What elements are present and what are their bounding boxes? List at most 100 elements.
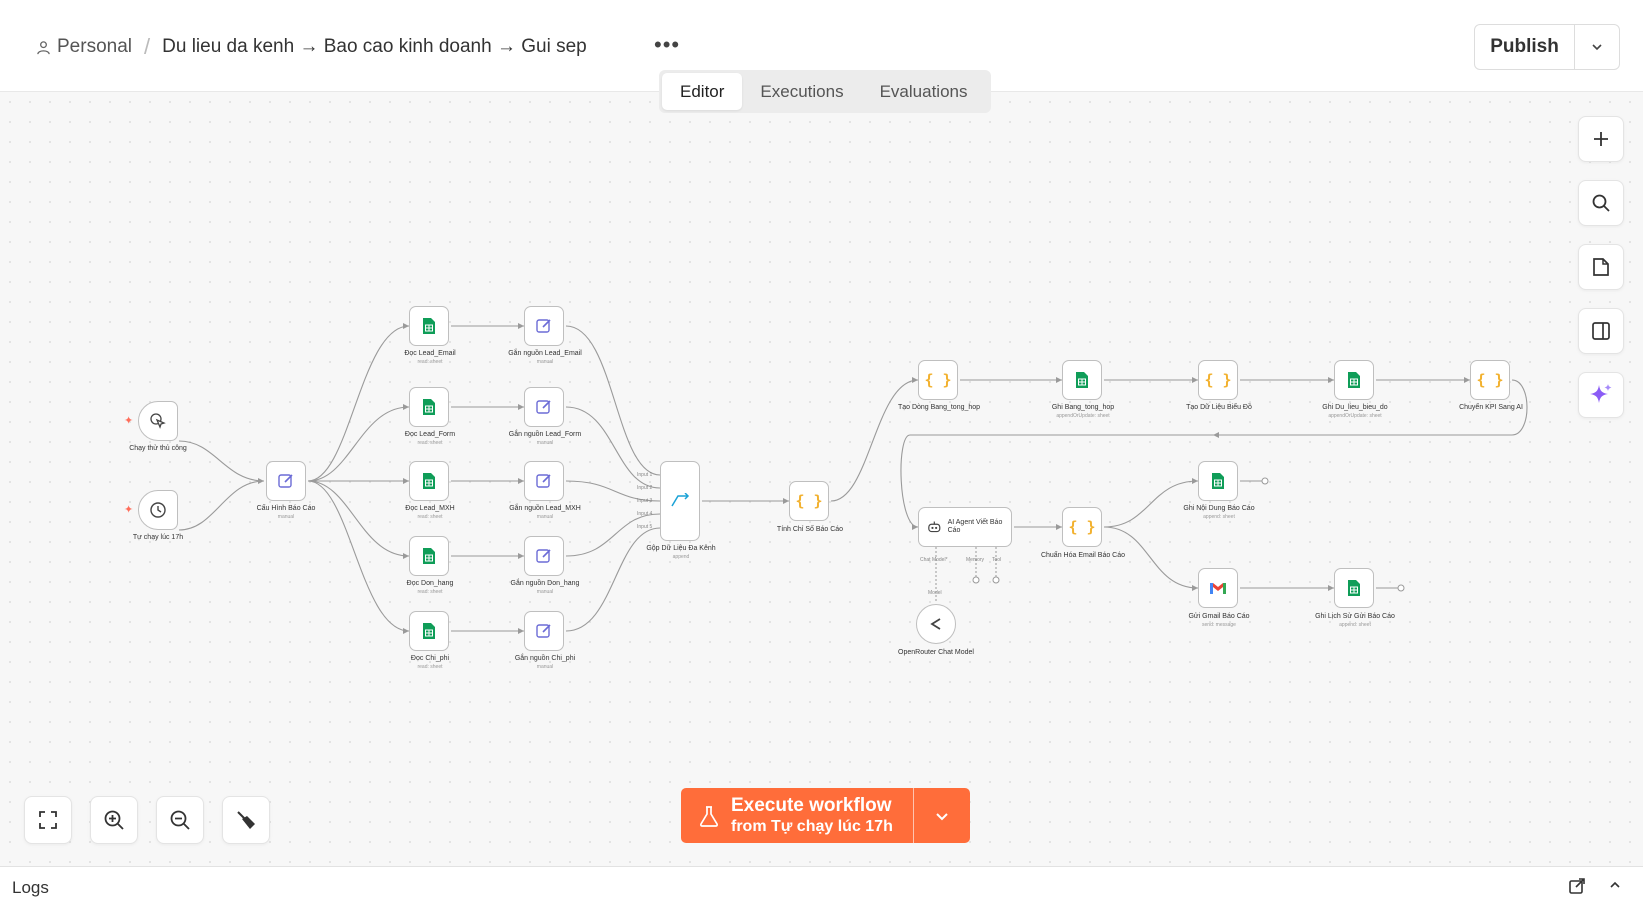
node-tag-chiphi[interactable] bbox=[524, 611, 564, 651]
node-write-summary[interactable] bbox=[1062, 360, 1102, 400]
publish-button[interactable]: Publish bbox=[1475, 25, 1575, 69]
search-icon bbox=[1592, 194, 1610, 212]
node-subtitle: appendOrUpdate: sheet bbox=[1056, 413, 1110, 419]
zoom-in-button[interactable] bbox=[90, 796, 138, 844]
node-label: Chạy thử thủ công bbox=[129, 445, 187, 452]
breadcrumb-separator: / bbox=[144, 34, 151, 59]
node-openrouter[interactable] bbox=[916, 604, 956, 644]
node-label: AI Agent Viết Báo Cáo bbox=[947, 519, 1003, 534]
ai-port-label: Memory bbox=[966, 557, 985, 563]
workflow-canvas[interactable]: ✦ Chạy thử thủ công ✦ Tự chạy lúc 17h Cấ… bbox=[0, 92, 1643, 866]
execute-dropdown-button[interactable] bbox=[914, 788, 970, 843]
publish-dropdown-button[interactable] bbox=[1575, 40, 1619, 54]
node-label: OpenRouter Chat Model bbox=[898, 649, 974, 656]
tab-executions[interactable]: Executions bbox=[742, 73, 861, 110]
pen-icon bbox=[278, 474, 293, 488]
pen-icon bbox=[536, 624, 551, 638]
model-port-label: Model bbox=[928, 590, 942, 596]
connection-lines bbox=[178, 323, 1528, 634]
workflow-name[interactable]: Du lieu da kenh → Bao cao kinh doanh → G… bbox=[162, 36, 587, 58]
search-nodes-button[interactable] bbox=[1578, 180, 1624, 226]
node-subtitle: read: sheet bbox=[417, 514, 443, 520]
toggle-panel-button[interactable] bbox=[1578, 308, 1624, 354]
gmail-icon bbox=[1210, 583, 1226, 594]
node-tag-mxh[interactable] bbox=[524, 461, 564, 501]
node-tag-email[interactable] bbox=[524, 306, 564, 346]
node-label: Đọc Lead_MXH bbox=[405, 505, 455, 512]
code-icon: { } bbox=[1068, 518, 1096, 536]
node-subtitle: manual bbox=[536, 440, 554, 446]
sticky-note-button[interactable] bbox=[1578, 244, 1624, 290]
merge-input-label: Input 1 bbox=[637, 472, 653, 478]
app-window: Personal / Du lieu da kenh → Bao cao kin… bbox=[0, 0, 1643, 906]
node-ai-agent[interactable]: AI Agent Viết Báo Cáo bbox=[918, 507, 1012, 547]
node-label: Đọc Chi_phi bbox=[410, 655, 450, 662]
add-node-button[interactable] bbox=[1578, 116, 1624, 162]
project-link[interactable]: Personal bbox=[36, 36, 132, 58]
node-merge[interactable] bbox=[660, 461, 700, 541]
node-chart-data[interactable]: { } bbox=[1198, 360, 1238, 400]
node-label: Gắn nguồn Lead_MXH bbox=[509, 505, 581, 512]
execute-main-button[interactable]: Execute workflow from Tự chạy lúc 17h bbox=[681, 788, 914, 843]
trigger-bolt-icon: ✦ bbox=[124, 504, 134, 516]
node-label: Tạo Dòng Bang_tong_hop bbox=[897, 404, 981, 411]
merge-input-label: Input 5 bbox=[637, 524, 653, 530]
node-label: Gắn nguồn Lead_Form bbox=[508, 431, 582, 438]
node-subtitle: manual bbox=[536, 664, 554, 670]
node-read-donhang[interactable] bbox=[409, 536, 449, 576]
node-label: Tính Chỉ Số Báo Cáo bbox=[776, 526, 844, 533]
node-label: Tạo Dữ Liệu Biểu Đồ bbox=[1186, 404, 1252, 411]
fit-view-button[interactable] bbox=[24, 796, 72, 844]
tab-evaluations[interactable]: Evaluations bbox=[862, 73, 986, 110]
tidy-up-button[interactable] bbox=[222, 796, 270, 844]
node-create-rows[interactable]: { } bbox=[918, 360, 958, 400]
logs-title[interactable]: Logs bbox=[12, 878, 49, 898]
merge-input-label: Input 3 bbox=[637, 498, 653, 504]
node-tag-form[interactable] bbox=[524, 387, 564, 427]
node-write-content[interactable] bbox=[1198, 461, 1238, 501]
node-metrics[interactable]: { } bbox=[789, 481, 829, 521]
node-read-email[interactable] bbox=[409, 306, 449, 346]
node-manual-trigger[interactable] bbox=[138, 401, 178, 441]
node-subtitle: manual bbox=[536, 359, 554, 365]
node-subtitle: append: sheet bbox=[1339, 622, 1371, 628]
code-icon: { } bbox=[1476, 371, 1504, 389]
ai-assistant-button[interactable] bbox=[1578, 372, 1624, 418]
user-icon bbox=[37, 40, 50, 54]
node-label: Ghi Nội Dung Báo Cáo bbox=[1183, 505, 1255, 512]
zoom-out-button[interactable] bbox=[156, 796, 204, 844]
panel-icon bbox=[1592, 322, 1610, 340]
logs-panel: Logs bbox=[0, 866, 1643, 906]
node-tag-donhang[interactable] bbox=[524, 536, 564, 576]
sheets-icon bbox=[423, 399, 435, 415]
tab-editor[interactable]: Editor bbox=[662, 73, 743, 110]
node-kpi-to-ai[interactable]: { } bbox=[1470, 360, 1510, 400]
execute-workflow-button[interactable]: Execute workflow from Tự chạy lúc 17h bbox=[681, 788, 970, 843]
node-normalize-email[interactable]: { } bbox=[1062, 507, 1102, 547]
node-config[interactable] bbox=[266, 461, 306, 501]
zoom-in-icon bbox=[104, 810, 124, 830]
node-subtitle: manual bbox=[277, 514, 295, 520]
sheets-icon bbox=[1212, 473, 1224, 489]
node-gmail[interactable] bbox=[1198, 568, 1238, 608]
node-subtitle: appendOrUpdate: sheet bbox=[1328, 413, 1382, 419]
project-name: Personal bbox=[57, 36, 132, 57]
sheets-icon bbox=[1076, 372, 1088, 388]
node-read-form[interactable] bbox=[409, 387, 449, 427]
sparkle-icon bbox=[1590, 384, 1612, 403]
node-write-chart[interactable] bbox=[1334, 360, 1374, 400]
view-tabs: Editor Executions Evaluations bbox=[659, 70, 991, 113]
logs-popout-button[interactable] bbox=[1568, 877, 1586, 900]
pen-icon bbox=[536, 319, 551, 333]
node-schedule-trigger[interactable] bbox=[138, 490, 178, 530]
sheets-icon bbox=[423, 623, 435, 639]
node-read-mxh[interactable] bbox=[409, 461, 449, 501]
merge-icon bbox=[671, 493, 690, 507]
node-read-chiphi[interactable] bbox=[409, 611, 449, 651]
logs-expand-button[interactable] bbox=[1608, 878, 1622, 897]
node-label: Chuẩn Hóa Email Báo Cáo bbox=[1040, 552, 1126, 559]
node-write-history[interactable] bbox=[1334, 568, 1374, 608]
sheets-icon bbox=[1348, 372, 1360, 388]
chevron-up-icon bbox=[1610, 881, 1620, 888]
more-options-button[interactable]: ••• bbox=[654, 32, 680, 58]
